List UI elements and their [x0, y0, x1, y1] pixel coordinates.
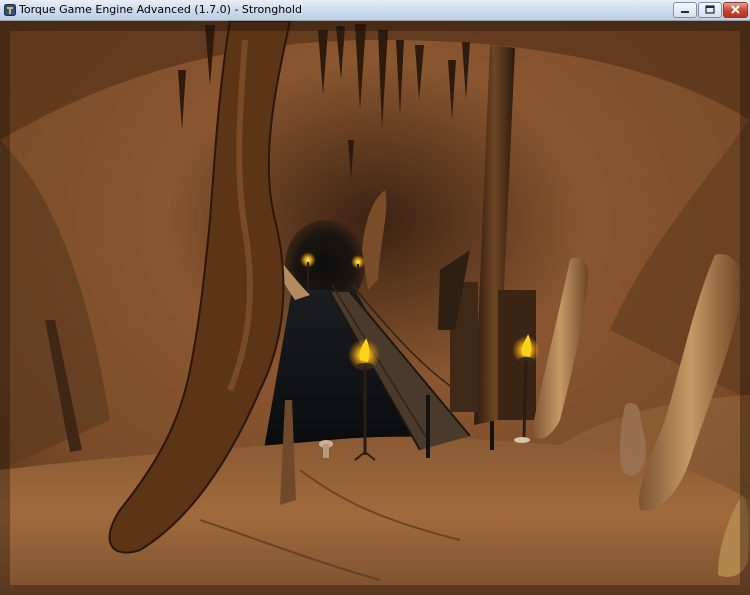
maximize-icon	[705, 5, 715, 14]
torque-app-icon	[4, 4, 16, 16]
minimize-button[interactable]	[673, 2, 697, 18]
title-bar[interactable]: Torque Game Engine Advanced (1.7.0) - St…	[0, 0, 750, 21]
close-button[interactable]	[723, 2, 748, 18]
window-title: Torque Game Engine Advanced (1.7.0) - St…	[19, 3, 302, 16]
game-window: Torque Game Engine Advanced (1.7.0) - St…	[0, 0, 750, 595]
cave-scene[interactable]	[0, 21, 750, 595]
mushroom-stem	[323, 444, 329, 458]
game-viewport[interactable]	[0, 21, 750, 595]
minimize-icon	[681, 11, 689, 13]
close-icon	[731, 5, 740, 14]
maximize-button[interactable]	[698, 2, 722, 18]
